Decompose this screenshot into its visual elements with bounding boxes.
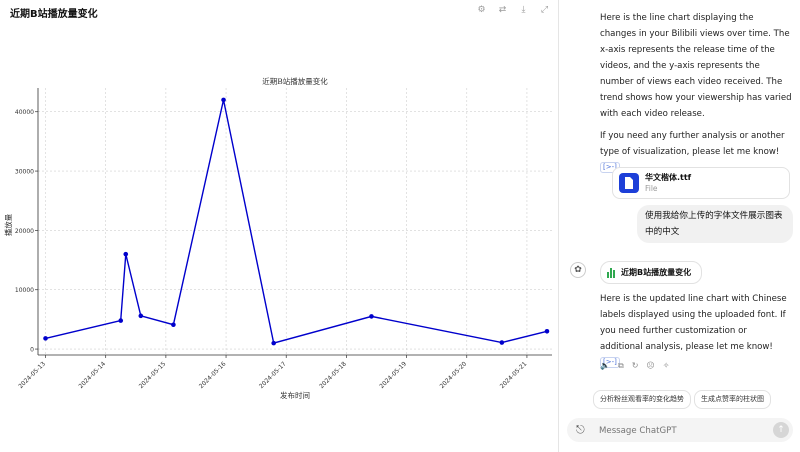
user-message: 使用我给你上传的字体文件展示图表中的中文 — [637, 205, 793, 243]
message-text: Here is the line chart displaying the ch… — [600, 13, 792, 119]
file-icon — [619, 173, 639, 193]
chart-chip-label: 近期B站播放量变化 — [621, 268, 692, 277]
chart-toolbar: ⚙ ⇄ ⤓ ⤢ — [476, 5, 550, 16]
series-line — [45, 99, 548, 344]
message-text: Here is the updated line chart with Chin… — [600, 294, 787, 352]
file-attachment-card[interactable]: 华文楷体.ttf File — [612, 167, 790, 199]
assistant-message: Here is the updated line chart with Chin… — [600, 291, 792, 371]
message-actions: 🔈 ⧉ ↻ ☹ ✧ — [600, 361, 669, 371]
x-tick-label: 2024-05-21 — [499, 360, 529, 390]
message-input[interactable] — [597, 421, 761, 441]
y-axis-label: 播放量 — [3, 213, 13, 236]
file-type: File — [645, 184, 658, 193]
send-button[interactable]: ↑ — [773, 422, 789, 438]
chat-panel: Here is the line chart displaying the ch… — [559, 0, 800, 452]
assistant-avatar-icon: ✿ — [570, 262, 586, 278]
suggestion-button[interactable]: 分析粉丝观看率的变化趋势 — [593, 390, 691, 409]
bar-chart-icon — [607, 267, 615, 278]
regenerate-icon[interactable]: ↻ — [632, 361, 639, 371]
x-tick-label: 2024-05-16 — [198, 360, 228, 390]
x-axis-label: 发布时间 — [280, 390, 310, 400]
assistant-message: Here is the line chart displaying the ch… — [600, 10, 792, 122]
switch-icon[interactable]: ⇄ — [497, 5, 508, 16]
settings-icon[interactable]: ⚙ — [476, 5, 487, 16]
x-tick-label: 2024-05-20 — [439, 360, 469, 390]
y-tick-label: 10000 — [15, 287, 34, 294]
download-icon[interactable]: ⤓ — [518, 5, 529, 16]
x-tick-label: 2024-05-14 — [78, 360, 108, 390]
thumbs-down-icon[interactable]: ☹ — [646, 361, 654, 371]
data-point — [369, 314, 374, 319]
data-point — [138, 313, 144, 319]
data-point — [499, 340, 505, 345]
x-tick-label: 2024-05-19 — [378, 360, 408, 390]
chart-chip[interactable]: 近期B站播放量变化 — [600, 261, 703, 284]
attach-icon[interactable]: ⎋ — [576, 423, 585, 437]
data-point — [118, 318, 124, 323]
message-composer: ⎋ ↑ — [567, 418, 793, 442]
read-aloud-icon[interactable]: 🔈 — [600, 361, 610, 371]
y-tick-label: 0 — [30, 347, 34, 354]
suggestion-button[interactable]: 生成点赞率的柱状图 — [694, 390, 771, 409]
copy-icon[interactable]: ⧉ — [618, 361, 624, 371]
chart-panel: 近期B站播放量变化 ⚙ ⇄ ⤓ ⤢ 近期B站播放量变化 0 10000 20000 3… — [0, 0, 558, 452]
y-tick-label: 40000 — [15, 109, 34, 116]
data-point — [43, 336, 48, 341]
data-point — [544, 328, 550, 334]
expand-icon[interactable]: ⤢ — [539, 5, 550, 16]
data-point — [171, 322, 176, 328]
file-name: 华文楷体.ttf — [645, 173, 692, 182]
panel-title: 近期B站播放量变化 — [10, 9, 98, 20]
message-text: If you need any further analysis or anot… — [600, 131, 785, 157]
x-tick-label: 2024-05-18 — [318, 360, 348, 390]
line-chart: 近期B站播放量变化 0 10000 20000 30000 40000 2024-05-1… — [3, 76, 552, 400]
sparkle-icon[interactable]: ✧ — [663, 361, 670, 371]
data-point — [123, 251, 129, 257]
x-tick-label: 2024-05-15 — [138, 360, 168, 390]
y-tick-label: 20000 — [15, 228, 34, 235]
chart-title: 近期B站播放量变化 — [262, 76, 328, 86]
x-tick-label: 2024-05-13 — [17, 360, 47, 390]
data-point — [271, 340, 276, 346]
data-point — [221, 97, 226, 103]
x-tick-label: 2024-05-17 — [258, 360, 288, 390]
y-tick-label: 30000 — [15, 169, 34, 176]
